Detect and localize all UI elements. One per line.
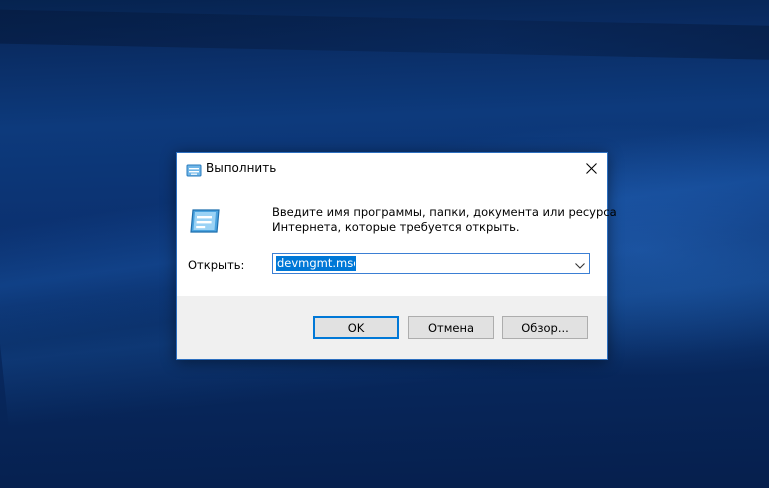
desktop-background: Выполнить Введите имя программы, папки, …: [0, 0, 769, 488]
dialog-titlebar[interactable]: Выполнить: [177, 153, 607, 184]
dropdown-button[interactable]: [572, 256, 587, 271]
chevron-down-icon: [574, 254, 585, 273]
open-combobox[interactable]: [272, 253, 590, 274]
dialog-title: Выполнить: [206, 161, 277, 175]
dialog-footer: OK Отмена Обзор...: [177, 296, 607, 359]
close-icon: [585, 159, 597, 178]
open-label: Открыть:: [188, 258, 245, 272]
run-icon: [189, 208, 221, 234]
dialog-description: Введите имя программы, папки, документа …: [272, 205, 617, 235]
run-dialog: Выполнить Введите имя программы, папки, …: [176, 152, 617, 360]
cancel-button[interactable]: Отмена: [408, 316, 494, 339]
run-icon: [186, 162, 202, 177]
description-line-2: Интернета, которые требуется открыть.: [272, 220, 520, 234]
close-button[interactable]: [575, 153, 607, 183]
open-input[interactable]: [276, 256, 356, 271]
description-line-1: Введите имя программы, папки, документа …: [272, 205, 617, 219]
browse-button[interactable]: Обзор...: [502, 316, 588, 339]
ok-button[interactable]: OK: [313, 316, 399, 339]
wallpaper-streak: [0, 8, 769, 62]
dialog-content: Введите имя программы, папки, документа …: [177, 184, 617, 296]
